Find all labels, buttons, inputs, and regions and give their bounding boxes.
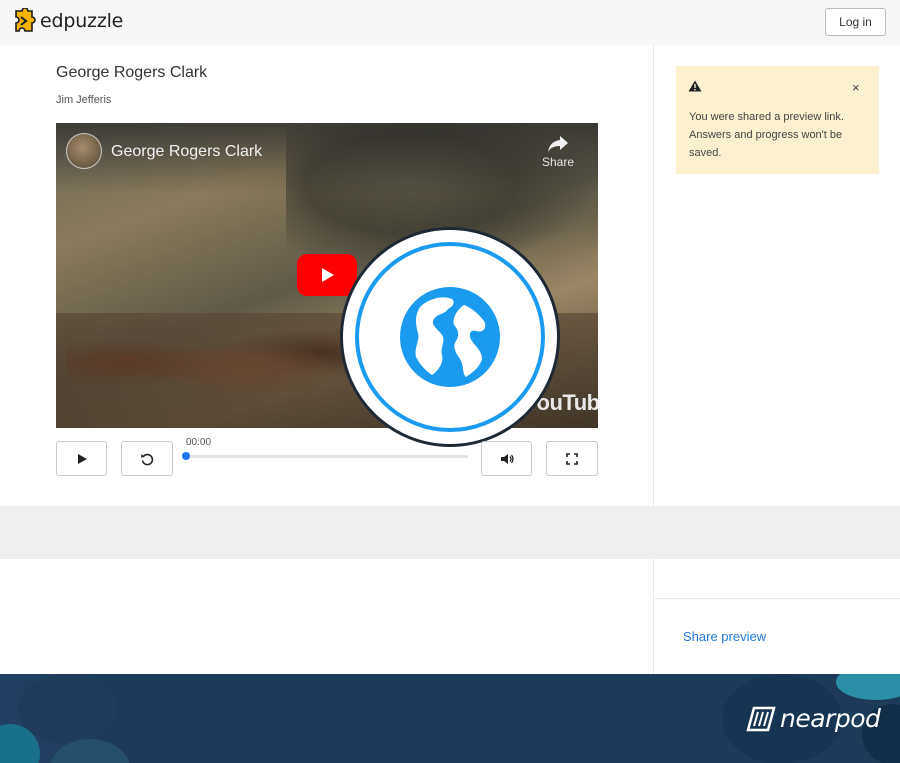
puzzle-piece-icon: [15, 8, 36, 32]
section-band: [0, 506, 900, 559]
play-button[interactable]: [56, 441, 107, 476]
channel-avatar[interactable]: [66, 133, 102, 169]
preview-notice: × You were shared a preview link. Answer…: [676, 66, 879, 174]
nearpod-wordmark: nearpod: [780, 704, 881, 733]
edpuzzle-logo[interactable]: edpuzzle: [12, 8, 123, 34]
top-bar: edpuzzle Log in: [0, 0, 900, 45]
nearpod-mark-icon: [746, 706, 776, 731]
sidebar-divider: [654, 598, 900, 599]
video-title: George Rogers Clark: [56, 64, 208, 81]
footer-banner: nearpod: [0, 674, 900, 763]
volume-icon: [500, 453, 514, 464]
nearpod-logo: nearpod: [746, 704, 881, 733]
volume-button[interactable]: [481, 441, 532, 476]
video-author: Jim Jefferis: [56, 94, 112, 106]
fullscreen-icon: [566, 452, 578, 465]
login-button[interactable]: Log in: [825, 8, 886, 36]
play-icon: [77, 453, 87, 464]
play-icon: [322, 268, 334, 282]
share-arrow-icon: [548, 136, 568, 152]
column-divider-lower: [653, 559, 654, 674]
share-preview-link[interactable]: Share preview: [683, 629, 766, 644]
notice-message: You were shared a preview link. Answers …: [689, 111, 844, 159]
youtube-play-button[interactable]: [297, 254, 357, 296]
column-divider: [653, 45, 654, 506]
replay-icon: [141, 453, 154, 465]
close-icon[interactable]: ×: [852, 80, 860, 95]
globe-badge: [340, 227, 560, 447]
fullscreen-button[interactable]: [546, 441, 598, 476]
rewind-button[interactable]: [121, 441, 173, 476]
player-title[interactable]: George Rogers Clark: [111, 143, 262, 161]
logo-text: edpuzzle: [40, 10, 124, 32]
share-label: Share: [541, 155, 575, 169]
progress-bar[interactable]: [186, 455, 468, 458]
globe-icon: [400, 287, 500, 387]
youtube-share-button[interactable]: Share: [536, 135, 580, 179]
progress-handle[interactable]: [182, 452, 190, 460]
current-time: 00:00: [186, 437, 212, 448]
warning-icon: [688, 80, 702, 92]
